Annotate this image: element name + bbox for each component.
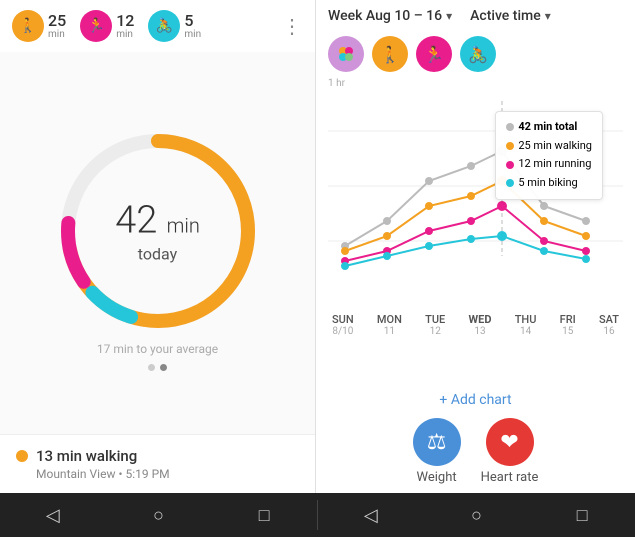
ring-area: 42 min today 17 min to your average	[0, 52, 315, 434]
filter-running-btn[interactable]: 🏃	[416, 36, 452, 72]
more-options-icon[interactable]: ⋮	[282, 14, 303, 38]
add-chart-label: + Add chart	[439, 392, 511, 408]
right-header: Week Aug 10 – 16 ▾ Active time ▾	[316, 0, 635, 32]
x-tue: TUE 12	[425, 313, 445, 337]
activity-title-row: 13 min walking	[16, 447, 299, 465]
heart-rate-icon: ❤	[486, 418, 534, 466]
x-thu: THU 14	[515, 313, 537, 337]
home-button-left[interactable]: ○	[138, 495, 178, 535]
tooltip-biking: 5 min biking	[518, 174, 577, 193]
stat-biking: 🚴 5 min	[148, 10, 201, 42]
activity-name: 13 min walking	[36, 447, 137, 465]
x-wed: WED 13	[469, 313, 492, 337]
x-fri: FRI 15	[560, 313, 576, 337]
activity-filter-row: 🚶 🏃 🚴	[316, 32, 635, 78]
tooltip-walking: 25 min walking	[518, 137, 592, 156]
right-panel: Week Aug 10 – 16 ▾ Active time ▾ 🚶 🏃 🚴 1…	[315, 0, 635, 493]
active-time-label: Active time	[470, 8, 541, 24]
walking-icon: 🚶	[12, 10, 44, 42]
recents-button-left[interactable]: □	[244, 495, 284, 535]
back-button-left[interactable]: ◁	[33, 495, 73, 535]
tooltip-total: 42 min total	[518, 118, 577, 137]
weight-card[interactable]: ⚖ Weight	[413, 418, 461, 485]
filter-biking-btn[interactable]: 🚴	[460, 36, 496, 72]
tooltip-biking-dot	[506, 179, 514, 187]
walking-unit: min	[48, 29, 66, 40]
line-chart: 42 min total 25 min walking 12 min runni…	[328, 91, 623, 311]
right-nav: ◁ ○ □	[318, 495, 635, 535]
filter-walking-btn[interactable]: 🚶	[372, 36, 408, 72]
weight-icon: ⚖	[413, 418, 461, 466]
running-icon: 🏃	[80, 10, 112, 42]
x-mon: MON 11	[377, 313, 402, 337]
x-sat: SAT 16	[599, 313, 619, 337]
heart-rate-card[interactable]: ❤ Heart rate	[481, 418, 539, 485]
activity-meta: Mountain View • 5:19 PM	[16, 467, 299, 481]
biking-icon: 🚴	[148, 10, 180, 42]
y-axis-label: 1 hr	[328, 78, 623, 89]
walking-minutes: 25	[48, 12, 66, 30]
ring-minutes-value: 42 min	[115, 198, 200, 242]
week-dropdown-icon: ▾	[446, 9, 452, 23]
dot-1	[148, 364, 155, 371]
back-button-right[interactable]: ◁	[351, 495, 391, 535]
activity-ring: 42 min today	[53, 126, 263, 336]
chart-area: 1 hr	[316, 78, 635, 384]
home-button-right[interactable]: ○	[456, 495, 496, 535]
ring-center: 42 min today	[115, 198, 200, 263]
weight-label: Weight	[417, 470, 457, 485]
filter-all-btn[interactable]	[328, 36, 364, 72]
x-axis-labels: SUN 8/10 MON 11 TUE 12 WED 13 THU 14	[328, 313, 623, 337]
biking-minutes: 5	[184, 12, 201, 30]
biking-unit: min	[184, 29, 201, 40]
running-minutes: 12	[116, 12, 134, 30]
ring-sublabel: 17 min to your average	[97, 342, 218, 356]
tooltip-running-dot	[506, 161, 514, 169]
week-selector[interactable]: Week Aug 10 – 16 ▾	[328, 8, 452, 24]
active-time-dropdown-icon: ▾	[545, 9, 551, 23]
tooltip-running: 12 min running	[518, 155, 591, 174]
page-dots	[148, 364, 167, 371]
top-stats-bar: 🚶 25 min 🏃 12 min 🚴 5 min	[0, 0, 315, 52]
left-nav: ◁ ○ □	[0, 495, 317, 535]
ring-today-label: today	[115, 244, 200, 263]
heart-rate-label: Heart rate	[481, 470, 539, 485]
bottom-nav-bar: ◁ ○ □ ◁ ○ □	[0, 493, 635, 537]
dot-2	[160, 364, 167, 371]
tooltip-total-dot	[506, 123, 514, 131]
tooltip-walking-dot	[506, 142, 514, 150]
chart-tooltip: 42 min total 25 min walking 12 min runni…	[495, 111, 603, 200]
add-chart-button[interactable]: + Add chart	[316, 384, 635, 412]
activity-bar: 13 min walking Mountain View • 5:19 PM	[0, 434, 315, 493]
x-sun: SUN 8/10	[332, 313, 354, 337]
stat-walking: 🚶 25 min	[12, 10, 66, 42]
stat-running: 🏃 12 min	[80, 10, 134, 42]
running-unit: min	[116, 29, 134, 40]
chart-cards: ⚖ Weight ❤ Heart rate	[316, 412, 635, 493]
activity-color-dot	[16, 450, 28, 462]
left-panel: 🚶 25 min 🏃 12 min 🚴 5 min	[0, 0, 315, 493]
week-label: Week Aug 10 – 16	[328, 8, 442, 24]
active-time-selector[interactable]: Active time ▾	[470, 8, 551, 24]
recents-button-right[interactable]: □	[562, 495, 602, 535]
